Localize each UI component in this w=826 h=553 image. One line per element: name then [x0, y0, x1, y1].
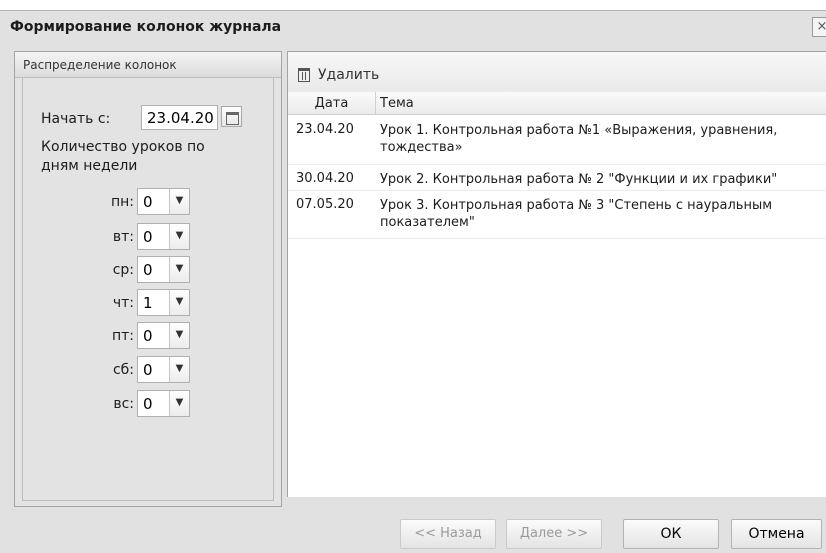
- chevron-down-icon[interactable]: ▼: [169, 189, 189, 214]
- lessons-combo-sat[interactable]: 0 ▼: [137, 356, 190, 383]
- day-label-fri: пт:: [111, 328, 134, 344]
- chevron-down-icon[interactable]: ▼: [169, 290, 189, 315]
- start-date-label: Начать с:: [41, 111, 111, 127]
- cell-date: 30.04.20: [296, 171, 354, 186]
- lessons-combo-thu[interactable]: 1 ▼: [137, 289, 190, 316]
- dialog-title: Формирование колонок журнала: [10, 19, 282, 35]
- calendar-icon[interactable]: [221, 106, 242, 127]
- combo-value: 0: [143, 193, 153, 211]
- lessons-combo-fri[interactable]: 0 ▼: [137, 322, 190, 349]
- lessons-per-day-label-line1: Количество уроков по: [41, 139, 205, 155]
- table-row[interactable]: 23.04.20 Урок 1. Контрольная работа №1 «…: [288, 116, 826, 165]
- ok-button[interactable]: ОК: [623, 519, 719, 549]
- table-row[interactable]: 07.05.20 Урок 3. Контрольная работа № 3 …: [288, 191, 826, 239]
- combo-value: 0: [143, 395, 153, 413]
- lessons-combo-wed[interactable]: 0 ▼: [137, 256, 190, 283]
- cell-date: 23.04.20: [296, 122, 354, 137]
- cell-theme: Урок 2. Контрольная работа № 2 "Функции …: [380, 172, 778, 187]
- day-label-thu: чт:: [112, 295, 134, 311]
- chevron-down-icon[interactable]: ▼: [169, 391, 189, 416]
- lessons-per-day-label-line2: дням недели: [41, 158, 138, 174]
- day-label-mon: пн:: [110, 194, 134, 210]
- combo-value: 0: [143, 228, 153, 246]
- lessons-combo-tue[interactable]: 0 ▼: [137, 223, 190, 250]
- combo-value: 0: [143, 261, 153, 279]
- column-header-theme[interactable]: Тема: [376, 92, 826, 115]
- chevron-down-icon[interactable]: ▼: [169, 257, 189, 282]
- chevron-down-icon[interactable]: ▼: [169, 224, 189, 249]
- chevron-down-icon[interactable]: ▼: [169, 323, 189, 348]
- back-button[interactable]: << Назад: [400, 519, 496, 549]
- lessons-grid-panel: Удалить Дата Тема 23.04.20 Урок 1. Контр…: [287, 51, 826, 497]
- table-row[interactable]: 30.04.20 Урок 2. Контрольная работа № 2 …: [288, 165, 826, 191]
- cell-theme: Урок 3. Контрольная работа № 3 "Степень …: [380, 198, 773, 230]
- panel-header-label: Распределение колонок: [23, 58, 177, 72]
- combo-value: 1: [143, 294, 153, 312]
- lessons-combo-mon[interactable]: 0 ▼: [137, 188, 190, 215]
- panel-header: Распределение колонок: [15, 52, 281, 78]
- next-button[interactable]: Далее >>: [506, 519, 602, 549]
- cancel-button[interactable]: Отмена: [731, 519, 822, 549]
- cell-theme: Урок 1. Контрольная работа №1 «Выражения…: [380, 123, 778, 155]
- trash-icon: [298, 68, 310, 82]
- lessons-combo-sun[interactable]: 0 ▼: [137, 390, 190, 417]
- column-header-date[interactable]: Дата: [288, 92, 376, 115]
- dialog-titlebar: Формирование колонок журнала ×: [0, 11, 826, 43]
- delete-button[interactable]: Удалить: [294, 63, 383, 87]
- chevron-down-icon[interactable]: ▼: [169, 357, 189, 382]
- day-label-tue: вт:: [112, 229, 134, 245]
- close-icon[interactable]: ×: [812, 17, 826, 37]
- day-label-sat: сб:: [112, 362, 134, 378]
- delete-button-label: Удалить: [318, 67, 380, 83]
- day-label-wed: ср:: [112, 262, 134, 278]
- combo-value: 0: [143, 327, 153, 345]
- combo-value: 0: [143, 361, 153, 379]
- cell-date: 07.05.20: [296, 197, 354, 212]
- day-label-sun: вс:: [113, 396, 134, 412]
- start-date-input[interactable]: 23.04.20: [141, 105, 218, 130]
